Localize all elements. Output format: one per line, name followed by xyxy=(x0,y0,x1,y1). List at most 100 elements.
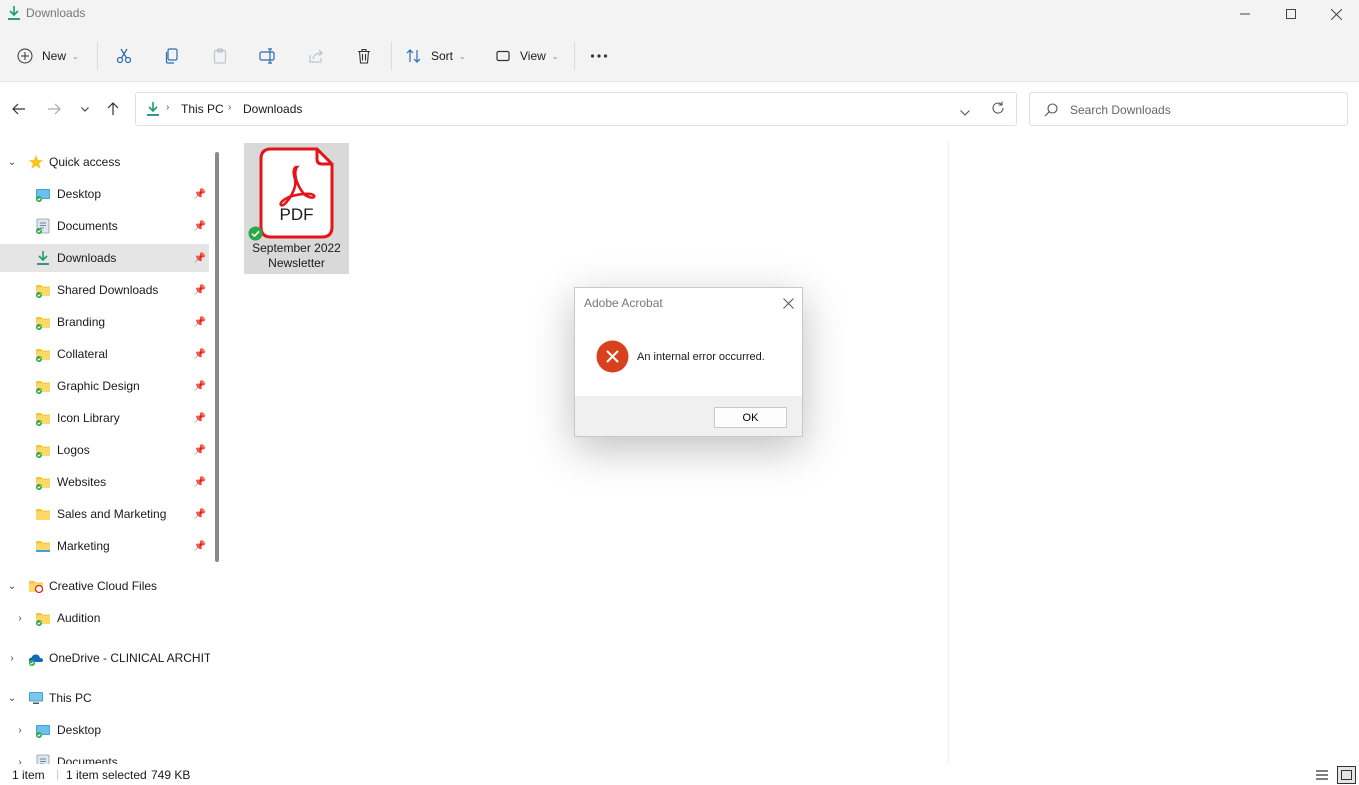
documents-folder-icon xyxy=(36,218,50,234)
sidebar-item-branding[interactable]: Branding 📌 xyxy=(0,308,210,336)
sidebar-item-label: Websites xyxy=(57,475,107,489)
window-title: Downloads xyxy=(26,6,86,20)
chevron-right-icon[interactable]: › xyxy=(14,725,26,736)
new-button[interactable]: New ⌄ xyxy=(17,42,79,70)
chevron-down-icon xyxy=(960,110,970,116)
rename-icon xyxy=(259,48,275,64)
toolbar-divider xyxy=(574,42,575,70)
selection-count: 1 item selected xyxy=(66,768,147,782)
close-icon xyxy=(1330,8,1342,20)
ok-button[interactable]: OK xyxy=(714,407,787,428)
pin-icon: 📌 xyxy=(193,220,207,232)
up-button[interactable] xyxy=(102,98,124,120)
sort-icon xyxy=(406,49,421,63)
chevron-down-icon[interactable]: ⌄ xyxy=(6,581,18,592)
breadcrumb-this-pc[interactable]: This PC xyxy=(181,102,224,116)
refresh-icon xyxy=(992,101,1004,114)
sidebar-item-sales-and-marketing[interactable]: Sales and Marketing 📌 xyxy=(0,500,210,528)
cut-button[interactable] xyxy=(112,44,136,68)
address-bar[interactable]: › This PC › Downloads xyxy=(135,92,1017,126)
delete-button[interactable] xyxy=(352,44,376,68)
file-item[interactable]: PDF September 2022 Newsletter xyxy=(244,143,349,274)
copy-button[interactable] xyxy=(160,44,184,68)
pin-icon: 📌 xyxy=(193,284,207,296)
chevron-right-icon: › xyxy=(228,102,232,113)
sidebar-item-documents[interactable]: Documents 📌 xyxy=(0,212,210,240)
sidebar-item-onedrive[interactable]: › OneDrive - CLINICAL ARCHITE xyxy=(0,644,210,672)
sidebar-scrollbar[interactable] xyxy=(215,152,219,562)
sidebar-item-pc-documents[interactable]: › Documents xyxy=(0,748,210,764)
breadcrumb-downloads[interactable]: Downloads xyxy=(243,102,302,116)
details-view-icon xyxy=(1316,770,1328,780)
dialog-title: Adobe Acrobat xyxy=(584,296,663,310)
refresh-button[interactable] xyxy=(991,101,1005,118)
minimize-button[interactable] xyxy=(1222,0,1268,28)
chevron-right-icon[interactable]: › xyxy=(14,613,26,624)
more-options-button[interactable] xyxy=(587,44,611,68)
pin-icon: 📌 xyxy=(193,476,207,488)
maximize-icon xyxy=(1286,9,1296,19)
sidebar-item-creative-cloud-files[interactable]: ⌄ Creative Cloud Files xyxy=(0,572,210,600)
chevron-right-icon: › xyxy=(166,102,170,113)
sidebar-item-label: Quick access xyxy=(49,155,121,169)
chevron-down-icon xyxy=(81,106,89,112)
forward-button[interactable] xyxy=(43,98,65,120)
sidebar-item-label: Shared Downloads xyxy=(57,283,159,297)
more-icon xyxy=(590,54,608,58)
sort-label: Sort xyxy=(431,49,454,63)
sidebar-item-label: Audition xyxy=(57,611,101,625)
chevron-down-icon[interactable]: ⌄ xyxy=(6,157,18,168)
sort-button[interactable]: Sort ⌄ xyxy=(406,42,466,70)
pin-icon: 📌 xyxy=(193,412,207,424)
sidebar-item-downloads[interactable]: Downloads 📌 xyxy=(0,244,209,272)
sidebar-item-icon-library[interactable]: Icon Library 📌 xyxy=(0,404,210,432)
folder-icon xyxy=(36,445,50,458)
dialog-close-button[interactable] xyxy=(779,294,797,312)
sidebar-item-label: Logos xyxy=(57,443,90,457)
large-icons-view-button[interactable] xyxy=(1337,766,1356,784)
dialog-message: An internal error occurred. xyxy=(637,351,765,363)
chevron-down-icon: ⌄ xyxy=(459,51,466,61)
sidebar-item-quick-access[interactable]: ⌄ Quick access xyxy=(0,148,210,176)
back-button[interactable] xyxy=(8,98,30,120)
share-button[interactable] xyxy=(304,44,328,68)
rename-button[interactable] xyxy=(256,44,280,68)
sidebar-item-audition[interactable]: › Audition xyxy=(0,604,210,632)
creative-cloud-folder-icon xyxy=(29,581,44,594)
onedrive-icon xyxy=(28,654,43,666)
search-input[interactable]: Search Downloads xyxy=(1029,92,1348,126)
sidebar-item-shared-downloads[interactable]: Shared Downloads 📌 xyxy=(0,276,210,304)
close-window-button[interactable] xyxy=(1313,0,1359,28)
status-divider: | xyxy=(56,767,60,781)
recent-locations-button[interactable] xyxy=(74,98,96,120)
sidebar-item-label: Icon Library xyxy=(57,411,120,425)
chevron-down-icon[interactable]: ⌄ xyxy=(6,693,18,704)
sidebar-item-label: Desktop xyxy=(57,723,102,737)
sidebar-item-websites[interactable]: Websites 📌 xyxy=(0,468,210,496)
chevron-right-icon[interactable]: › xyxy=(14,757,26,765)
downloads-icon xyxy=(37,251,49,265)
sidebar-item-logos[interactable]: Logos 📌 xyxy=(0,436,210,464)
maximize-button[interactable] xyxy=(1268,0,1314,28)
folder-icon xyxy=(36,541,50,552)
sidebar-item-graphic-design[interactable]: Graphic Design 📌 xyxy=(0,372,210,400)
sidebar-item-pc-desktop[interactable]: › Desktop xyxy=(0,716,210,744)
chevron-right-icon[interactable]: › xyxy=(6,653,18,664)
sidebar-item-collateral[interactable]: Collateral 📌 xyxy=(0,340,210,368)
sidebar-item-desktop[interactable]: Desktop 📌 xyxy=(0,180,210,208)
details-pane-divider xyxy=(948,142,949,764)
share-icon xyxy=(309,49,323,63)
paste-button[interactable] xyxy=(208,44,232,68)
sidebar-item-label: Collateral xyxy=(57,347,108,361)
folder-icon xyxy=(36,349,50,362)
delete-icon xyxy=(358,48,370,64)
paste-icon xyxy=(213,48,227,64)
sidebar-item-marketing[interactable]: Marketing 📌 xyxy=(0,532,210,560)
folder-icon xyxy=(36,317,50,330)
view-button[interactable]: View ⌄ xyxy=(495,42,559,70)
sidebar-item-this-pc[interactable]: ⌄ This PC xyxy=(0,684,210,712)
details-view-button[interactable] xyxy=(1314,767,1330,783)
address-history-button[interactable] xyxy=(960,105,970,119)
close-icon xyxy=(782,297,794,309)
copy-icon xyxy=(165,48,178,64)
